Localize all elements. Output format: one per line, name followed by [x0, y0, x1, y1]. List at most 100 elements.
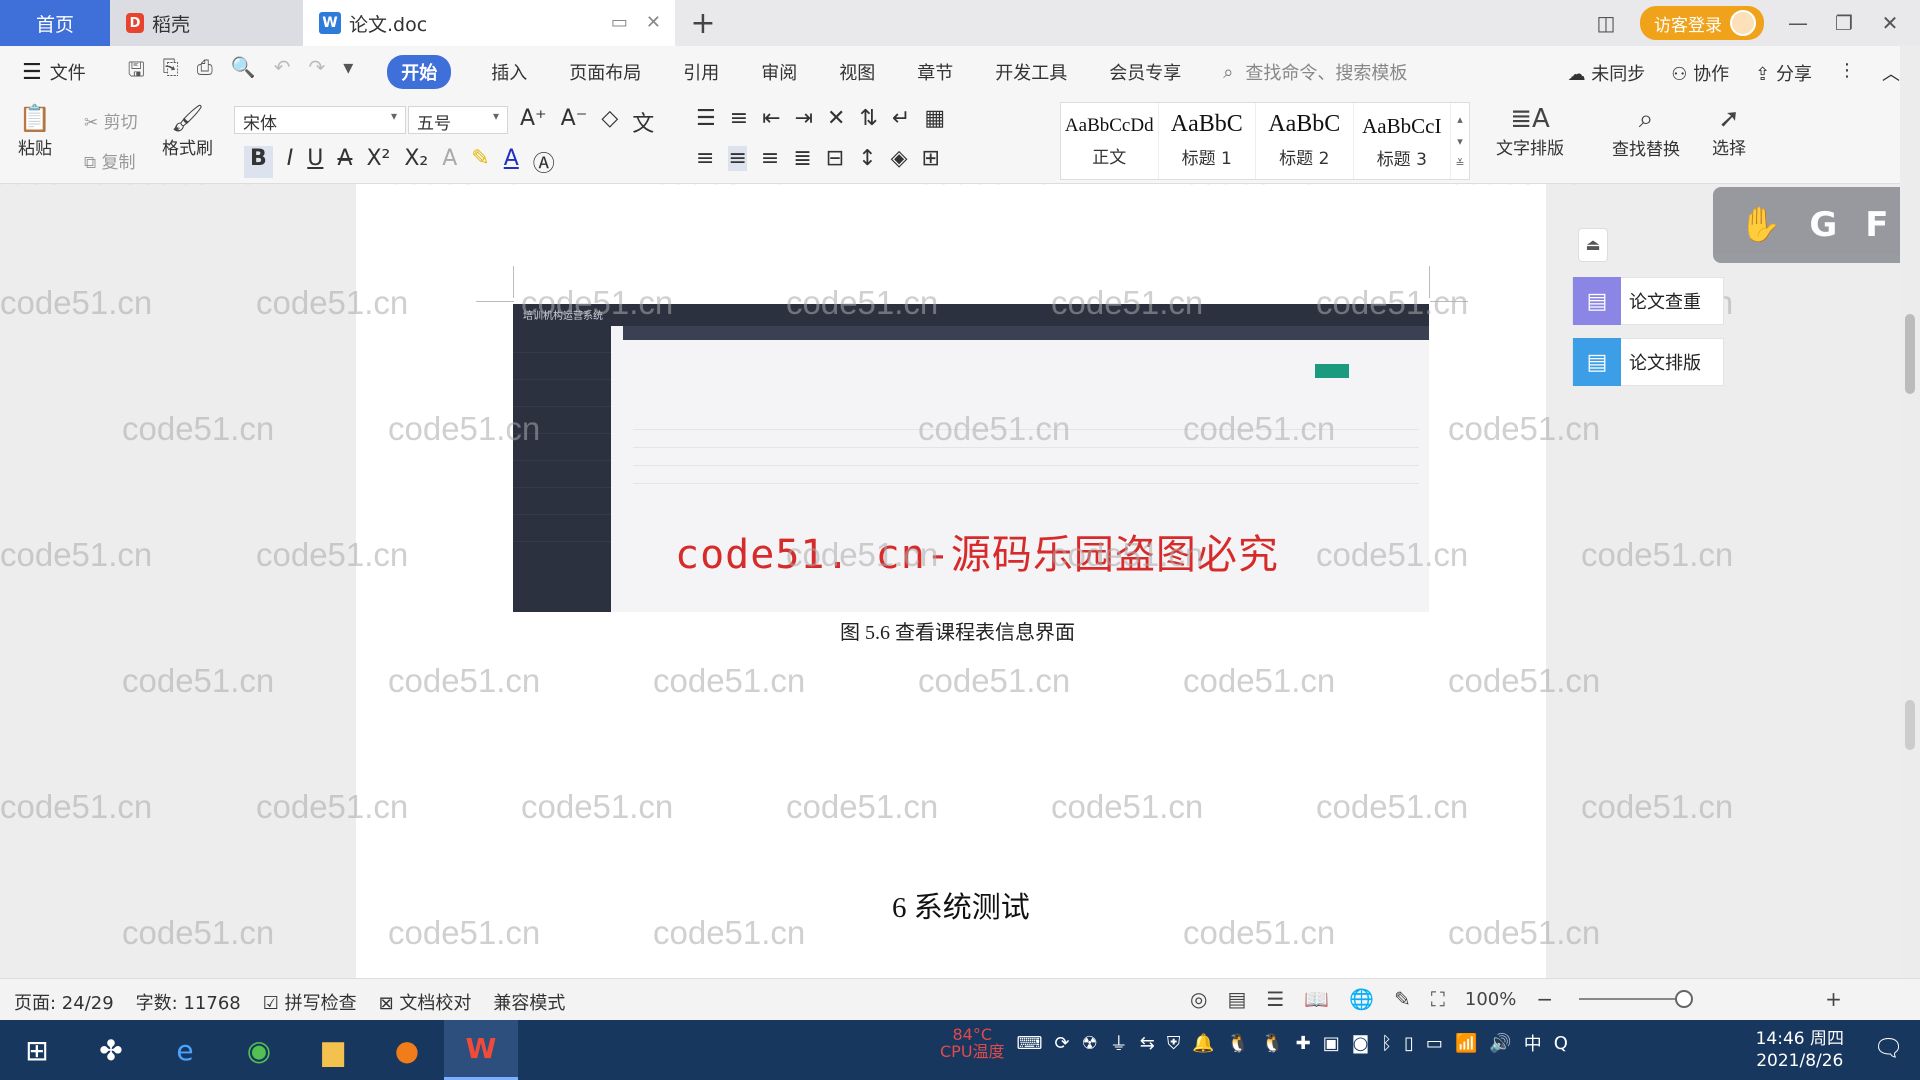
- customize-toolbar-icon[interactable]: ▾: [343, 55, 353, 89]
- tab-daoke[interactable]: D 稻壳: [110, 0, 303, 46]
- minimize-icon[interactable]: —: [1786, 11, 1810, 35]
- proofread-button[interactable]: ⊠ 文档校对: [379, 989, 472, 1015]
- menu-chapter[interactable]: 章节: [917, 59, 953, 85]
- clear-format-icon[interactable]: ◇: [601, 106, 618, 138]
- align-right-icon[interactable]: ≡: [761, 146, 779, 171]
- web-view-icon[interactable]: 🌐: [1349, 987, 1374, 1011]
- plus-app-icon[interactable]: ✚: [1296, 1033, 1311, 1054]
- word-count[interactable]: 字数: 11768: [136, 989, 241, 1015]
- strikethrough-icon[interactable]: A: [337, 146, 352, 178]
- zoom-slider-knob[interactable]: [1675, 990, 1694, 1008]
- battery-icon[interactable]: ▭: [1426, 1033, 1443, 1054]
- font-family-select[interactable]: 宋体 ▾: [234, 106, 406, 134]
- close-tab-icon[interactable]: ✕: [646, 12, 661, 33]
- more-icon[interactable]: ⋮: [1838, 60, 1856, 86]
- write-mode-icon[interactable]: ✎: [1394, 987, 1411, 1011]
- style-gallery-scroll[interactable]: ▴ ▾ ≚: [1451, 103, 1469, 179]
- bullet-list-icon[interactable]: ☰: [696, 106, 716, 131]
- new-tab-button[interactable]: +: [675, 0, 731, 46]
- undo-icon[interactable]: ↶: [274, 55, 291, 89]
- style-normal[interactable]: AaBbCcDd 正文: [1061, 103, 1159, 179]
- paste-button[interactable]: 📋 粘贴: [18, 104, 52, 159]
- volume-icon[interactable]: 🔊: [1489, 1033, 1511, 1054]
- borders-icon[interactable]: ⊞: [922, 146, 940, 171]
- paper-check-button[interactable]: ▤ 论文查重: [1572, 277, 1724, 325]
- hand-icon[interactable]: ✋: [1739, 205, 1781, 245]
- network-app-icon[interactable]: ⇆: [1140, 1033, 1155, 1054]
- show-marks-icon[interactable]: ↵: [892, 106, 910, 131]
- outline-view-icon[interactable]: ☰: [1266, 987, 1284, 1011]
- tab-home[interactable]: 首页: [0, 0, 110, 46]
- wifi-icon[interactable]: 📶: [1455, 1033, 1477, 1054]
- close-window-icon[interactable]: ✕: [1878, 11, 1902, 35]
- numbered-list-icon[interactable]: ≡: [730, 106, 748, 131]
- phone-icon[interactable]: ▯: [1404, 1033, 1414, 1054]
- menu-view[interactable]: 视图: [839, 59, 875, 85]
- restore-icon[interactable]: ❐: [1832, 11, 1856, 35]
- decrease-indent-icon[interactable]: ⇤: [762, 106, 780, 131]
- menu-member[interactable]: 会员专享: [1109, 59, 1181, 85]
- f-letter[interactable]: F: [1865, 205, 1888, 245]
- menu-file[interactable]: 文件: [50, 59, 86, 85]
- usb-icon[interactable]: ⏚: [1110, 1030, 1128, 1056]
- scrollbar-thumb[interactable]: [1905, 314, 1915, 394]
- subscript-icon[interactable]: X₂: [404, 146, 428, 178]
- spell-check-button[interactable]: ☑ 拼写检查: [263, 989, 357, 1015]
- highlight-icon[interactable]: ✎: [471, 146, 489, 178]
- qq-icon[interactable]: 🐧: [1227, 1033, 1249, 1054]
- table-tools-icon[interactable]: ▦: [924, 106, 945, 131]
- panel-collapse-button[interactable]: ⏏: [1578, 228, 1608, 262]
- select-button[interactable]: ➚ 选择: [1712, 104, 1746, 159]
- copy-button[interactable]: ⧉ 复制: [84, 148, 136, 173]
- increase-indent-icon[interactable]: ⇥: [795, 106, 813, 131]
- paper-layout-button[interactable]: ▤ 论文排版: [1572, 338, 1724, 386]
- taskbar-wps[interactable]: W: [444, 1020, 518, 1080]
- menu-insert[interactable]: 插入: [491, 59, 527, 85]
- zoom-in-icon[interactable]: +: [1825, 987, 1842, 1011]
- collapse-ribbon-icon[interactable]: ︿: [1882, 60, 1900, 86]
- bell-icon[interactable]: 🔔: [1192, 1033, 1214, 1054]
- system-clock[interactable]: 14:46 周四 2021/8/26: [1756, 1028, 1844, 1072]
- notification-center-icon[interactable]: 🗨: [1874, 1034, 1904, 1062]
- output-icon[interactable]: ⎘: [163, 55, 179, 89]
- font-size-select[interactable]: 五号 ▾: [408, 106, 508, 134]
- text-layout-button[interactable]: ≣A 文字排版: [1496, 104, 1564, 159]
- shading-icon[interactable]: ◈: [891, 146, 908, 171]
- menu-page-layout[interactable]: 页面布局: [569, 59, 641, 85]
- align-left-icon[interactable]: ≡: [696, 146, 714, 171]
- hamburger-icon[interactable]: ☰: [22, 60, 42, 85]
- save-icon[interactable]: 🖫: [128, 55, 145, 89]
- taskbar-fan-app[interactable]: ✤: [74, 1020, 148, 1080]
- collab-button[interactable]: ⚇ 协作: [1671, 60, 1729, 86]
- menu-developer[interactable]: 开发工具: [995, 59, 1067, 85]
- scrollbar-thumb-secondary[interactable]: [1905, 700, 1915, 750]
- g-letter[interactable]: G: [1809, 205, 1837, 245]
- monitor-icon[interactable]: ▣: [1323, 1033, 1340, 1054]
- zoom-slider[interactable]: [1579, 990, 1694, 1008]
- tab-document[interactable]: W 论文.doc ▭ ✕: [303, 0, 675, 46]
- qq-icon-2[interactable]: 🐧: [1261, 1033, 1283, 1054]
- shield-icon[interactable]: ⛨: [1167, 1033, 1181, 1054]
- command-search-input[interactable]: 查找命令、搜索模板: [1245, 59, 1407, 85]
- pin-tab-icon[interactable]: ▭: [611, 12, 628, 33]
- style-heading-1[interactable]: AaBbC 标题 1: [1159, 103, 1257, 179]
- style-heading-2[interactable]: AaBbC 标题 2: [1256, 103, 1354, 179]
- window-layout-icon[interactable]: ◫: [1594, 11, 1618, 35]
- font-color-icon[interactable]: A: [504, 146, 519, 178]
- sync-app-icon[interactable]: ⟳: [1055, 1033, 1070, 1054]
- distribute-icon[interactable]: ⊟: [826, 146, 844, 171]
- share-button[interactable]: ⇪ 分享: [1755, 60, 1812, 86]
- line-spacing-icon[interactable]: ↕: [858, 146, 876, 171]
- ime-icon[interactable]: 中: [1524, 1030, 1542, 1056]
- menu-start[interactable]: 开始: [387, 55, 452, 89]
- char-border-icon[interactable]: Ⓐ: [533, 146, 555, 178]
- zoom-level[interactable]: 100%: [1465, 989, 1516, 1010]
- antivirus-icon[interactable]: ☢: [1082, 1033, 1098, 1054]
- search-app-icon[interactable]: Q: [1554, 1033, 1568, 1054]
- fit-page-icon[interactable]: ⛶: [1431, 987, 1445, 1011]
- menu-references[interactable]: 引用: [683, 59, 719, 85]
- justify-icon[interactable]: ≣: [793, 146, 811, 171]
- eye-protection-icon[interactable]: ◎: [1190, 987, 1207, 1011]
- page-indicator[interactable]: 页面: 24/29: [14, 989, 114, 1015]
- align-center-icon[interactable]: ≡: [728, 146, 747, 171]
